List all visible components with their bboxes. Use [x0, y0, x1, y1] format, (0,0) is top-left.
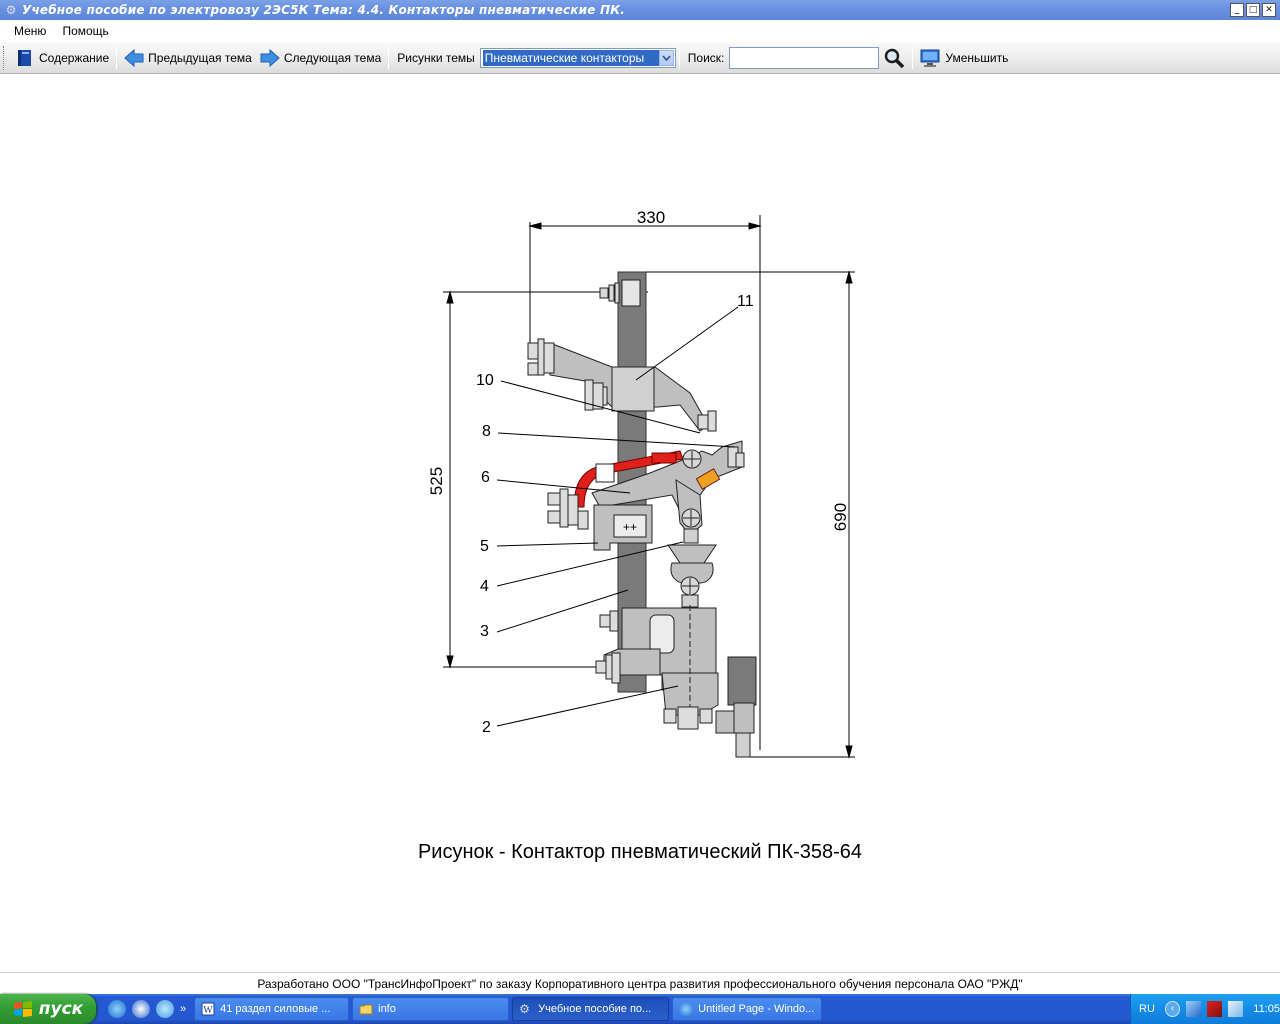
figures-label: Рисунки темы	[397, 50, 475, 65]
arrow-right-icon	[260, 48, 280, 67]
search-input[interactable]	[729, 46, 880, 69]
magnifier-icon	[885, 48, 905, 68]
callout-label: 10	[476, 372, 494, 389]
arrow-left-icon	[124, 48, 144, 67]
toolbar-separator	[388, 46, 390, 69]
maximize-button[interactable]: □	[1246, 3, 1260, 17]
menu-item-menu[interactable]: Меню	[0, 24, 54, 38]
task-tutorial[interactable]: ⚙ Учебное пособие по...	[512, 997, 670, 1021]
task-label: Учебное пособие по...	[538, 1003, 652, 1015]
callout-label: 3	[480, 623, 489, 640]
callout-label: 2	[482, 719, 491, 736]
search-button[interactable]	[879, 46, 909, 70]
callout-label: 5	[480, 538, 489, 555]
menu-bar: Меню Помощь	[0, 20, 1280, 42]
toolbar-separator	[912, 46, 914, 69]
window-title: Учебное пособие по электровозу 2ЭС5К Тем…	[22, 3, 625, 17]
next-topic-button[interactable]: Следующая тема	[256, 46, 385, 70]
callout-label: 11	[737, 293, 754, 310]
chevron-down-icon[interactable]	[658, 49, 674, 66]
gear-icon: ⚙	[519, 1002, 530, 1016]
svg-text:++: ++	[623, 520, 637, 534]
clock: 11:05	[1253, 1003, 1280, 1015]
antivirus-icon[interactable]	[1207, 1001, 1223, 1017]
toolbar-separator	[678, 46, 680, 69]
task-label: Untitled Page - Windo...	[698, 1003, 815, 1015]
windows-flag-icon	[13, 1001, 32, 1017]
minimize-button[interactable]: _	[1230, 3, 1244, 17]
callout-label: 4	[480, 578, 489, 595]
media-player-icon[interactable]	[132, 1000, 150, 1018]
toolbar-separator	[116, 46, 118, 69]
quick-launch: »	[108, 1000, 186, 1018]
safely-remove-icon[interactable]	[1228, 1001, 1244, 1017]
messenger-icon[interactable]	[156, 1000, 174, 1018]
task-word[interactable]: W 41 раздел силовые ...	[194, 997, 350, 1021]
task-info-folder[interactable]: info	[352, 997, 510, 1021]
shrink-button[interactable]: Уменьшить	[916, 46, 1012, 70]
svg-text:W: W	[203, 1005, 213, 1016]
contents-label: Содержание	[39, 50, 110, 65]
word-icon: W	[201, 1002, 215, 1016]
task-label: 41 раздел силовые ...	[220, 1003, 331, 1015]
system-tray: RU ‹ 11:05	[1130, 994, 1280, 1024]
contents-button[interactable]: Содержание	[11, 46, 113, 70]
dim-width-label: 330	[637, 208, 665, 227]
language-indicator[interactable]: RU	[1139, 1003, 1155, 1015]
start-label: пуск	[38, 999, 84, 1019]
menu-item-help[interactable]: Помощь	[54, 24, 116, 38]
window-titlebar[interactable]: ⚙ Учебное пособие по электровозу 2ЭС5К Т…	[0, 0, 1280, 20]
chevron-right-icon[interactable]: »	[180, 1003, 186, 1015]
content-area: ++ 330 525 690 11 10 8 6 5 4 3 2 Рисунок…	[0, 75, 1280, 970]
prev-topic-label: Предыдущая тема	[148, 50, 252, 65]
close-button[interactable]: ✕	[1262, 3, 1276, 17]
prev-topic-button[interactable]: Предыдущая тема	[120, 46, 256, 70]
monitor-icon	[920, 49, 940, 67]
start-button[interactable]: пуск	[0, 994, 96, 1024]
book-icon	[18, 49, 31, 66]
figure-caption: Рисунок - Контактор пневматический ПК-35…	[417, 841, 863, 863]
ie-icon[interactable]	[108, 1000, 126, 1018]
callout-label: 6	[481, 469, 490, 486]
gear-icon: ⚙	[5, 3, 17, 17]
dim-height-right-label: 690	[831, 503, 850, 531]
callout-label: 8	[482, 423, 491, 440]
footer-credits: Разработано ООО "ТрансИнфоПроект" по зак…	[0, 972, 1280, 994]
dim-height-left-label: 525	[427, 467, 446, 495]
next-topic-label: Следующая тема	[283, 50, 382, 65]
figures-select[interactable]: Пневматические контакторы	[479, 47, 676, 68]
chevron-left-icon[interactable]: ‹	[1164, 1001, 1181, 1017]
task-label: info	[378, 1003, 396, 1015]
figures-select-value: Пневматические контакторы	[482, 49, 659, 66]
network-icon[interactable]	[1186, 1001, 1202, 1017]
window-controls: _ □ ✕	[1230, 3, 1276, 17]
folder-icon	[359, 1004, 373, 1015]
taskbar: пуск » W 41 раздел силовые ... info ⚙ Уч…	[0, 994, 1280, 1024]
contactor-drawing: ++ 330 525 690 11 10 8 6 5 4 3 2	[427, 208, 855, 759]
toolbar: Содержание Предыдущая тема Следующая тем…	[0, 42, 1280, 74]
task-browser[interactable]: Untitled Page - Windo...	[672, 997, 823, 1021]
search-label: Поиск:	[687, 50, 725, 65]
toolbar-grip[interactable]	[3, 45, 6, 70]
ie-icon	[679, 1002, 694, 1016]
shrink-label: Уменьшить	[945, 50, 1009, 65]
